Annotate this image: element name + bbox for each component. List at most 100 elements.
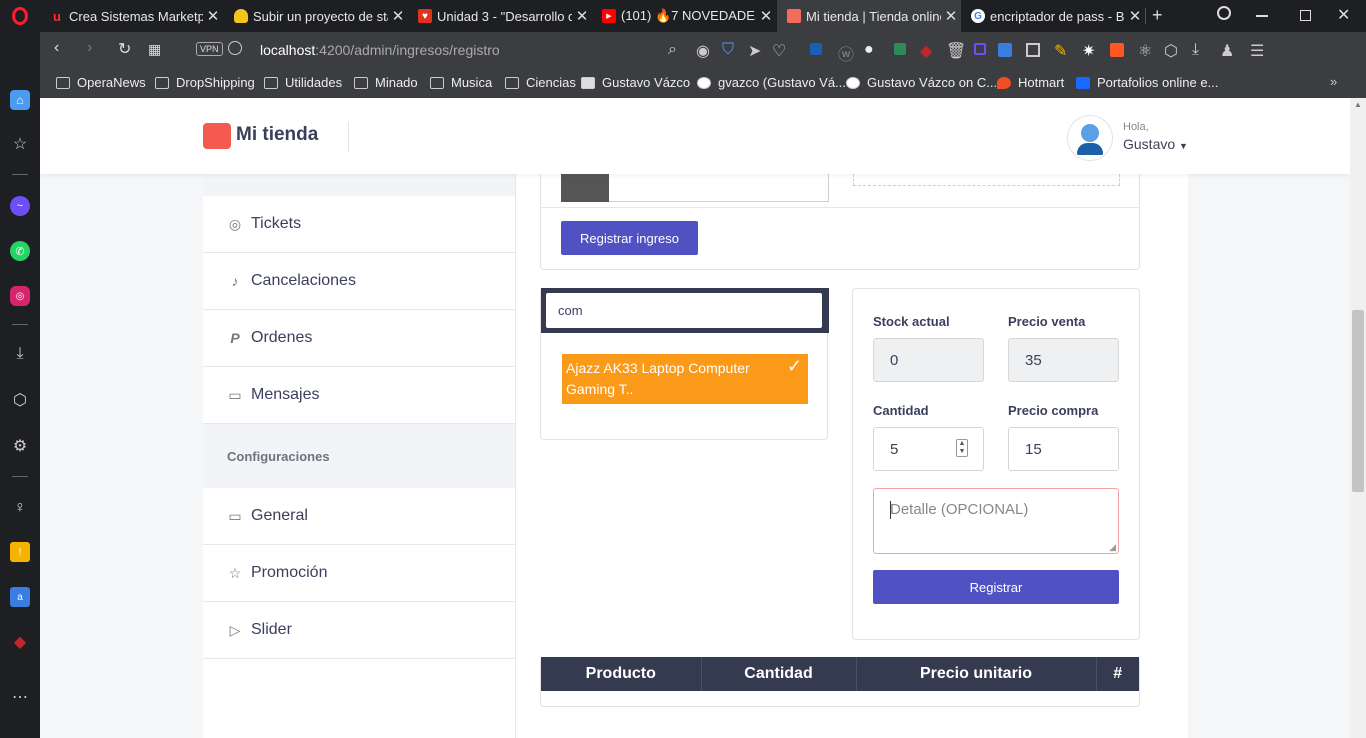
quantity-stepper[interactable]: 5 ▲ ▼ (873, 427, 984, 471)
ublock-ext-icon[interactable]: ◆ (920, 41, 932, 61)
reload-icon[interactable]: ↻ (118, 39, 131, 59)
back-icon[interactable]: ‹ (54, 39, 59, 57)
sidebar-item-mensajes[interactable]: ▭ Mensajes (203, 367, 515, 424)
register-entry-button[interactable]: Registrar ingreso (561, 221, 698, 255)
ext-blue-icon[interactable] (810, 43, 822, 55)
tab-crea-sistemas[interactable]: u Crea Sistemas Marketpla ✕ (40, 0, 223, 32)
restore-icon[interactable] (1300, 10, 1311, 21)
react-icon[interactable]: ⚛ (1138, 41, 1152, 61)
send-icon[interactable]: ➤ (748, 41, 761, 61)
tab-unidad-3[interactable]: ♥ Unidad 3 - "Desarrollo de ✕ (408, 0, 592, 32)
tab-mi-tienda[interactable]: Mi tienda | Tienda online ✕ (777, 0, 961, 32)
downloads-icon[interactable]: ⤓ (10, 344, 30, 364)
entries-table-card: Producto Cantidad Precio unitario # (540, 657, 1140, 707)
brand-name[interactable]: Mi tienda (236, 124, 318, 146)
sidebar-item-general[interactable]: ▭ General (203, 488, 515, 545)
bookmark-folder[interactable]: Minado (354, 75, 418, 90)
bookmark-folder[interactable]: Ciencias (505, 75, 576, 90)
ext-green-icon[interactable] (894, 43, 906, 55)
close-tab-icon[interactable]: ✕ (572, 7, 592, 25)
bookmark-link[interactable]: Portafolios online e... (1076, 75, 1218, 90)
user-menu-toggle[interactable]: Gustavo ▼ (1123, 136, 1188, 152)
sidebar-item-slider[interactable]: ▷ Slider (203, 602, 515, 659)
sidebar-item-promocion[interactable]: ☆ Promoción (203, 545, 515, 602)
stepper-arrows-icon[interactable]: ▲ ▼ (956, 439, 968, 457)
calendar-icon[interactable] (1026, 43, 1040, 57)
close-tab-icon[interactable]: ✕ (203, 7, 223, 25)
more-icon[interactable]: ⋯ (10, 687, 30, 707)
instagram-icon[interactable]: ◎ (10, 286, 30, 306)
close-window-icon[interactable]: ✕ (1337, 5, 1350, 25)
ext-orange-icon[interactable] (1110, 43, 1124, 57)
opera-logo-icon[interactable] (12, 7, 28, 25)
more-bookmarks-icon[interactable]: » (1330, 74, 1337, 89)
tab-subir-proyecto[interactable]: Subir un proyecto de sta ✕ (224, 0, 408, 32)
sidebar-item-cancelaciones[interactable]: ♪ Cancelaciones (203, 253, 515, 310)
profile-icon[interactable]: ♟ (1220, 41, 1234, 61)
play-icon: ▷ (229, 621, 241, 638)
bookmark-folder[interactable]: DropShipping (155, 75, 255, 90)
extensions-cube-icon[interactable]: ⬡ (10, 390, 30, 410)
whatsapp-icon[interactable]: ✆ (10, 241, 30, 261)
stock-field[interactable]: 0 (873, 338, 984, 382)
adblock-shield-icon[interactable]: ⛉ (722, 41, 734, 59)
heart-icon[interactable]: ♡ (772, 41, 786, 61)
scrollbar-thumb[interactable] (1352, 310, 1364, 492)
new-tab-icon[interactable]: + (1152, 5, 1163, 26)
minimize-icon[interactable] (1256, 15, 1268, 17)
trash-icon[interactable]: 🗑 (946, 41, 966, 61)
search-result-item[interactable]: Ajazz AK33 Laptop Computer Gaming T.. ✓ (562, 354, 808, 404)
chat-bubble-icon[interactable]: ● (864, 41, 874, 59)
download-icon[interactable]: ⤓ (1192, 41, 1199, 59)
pencil-icon[interactable]: ✎ (1054, 41, 1067, 61)
bookmark-link[interactable]: gvazco (Gustavo Vá... (697, 75, 846, 90)
sidebar-item-ordenes[interactable]: P Ordenes (203, 310, 515, 367)
lightbulb-icon[interactable]: ♀ (10, 498, 30, 518)
sidebar-item-tickets[interactable]: ◎ Tickets (203, 196, 515, 253)
close-tab-icon[interactable]: ✕ (756, 7, 776, 25)
tab-encriptador[interactable]: G encriptador de pass - Bu ✕ (961, 0, 1145, 32)
scroll-up-icon[interactable]: ▲ (1354, 100, 1362, 109)
register-button[interactable]: Registrar (873, 570, 1119, 604)
box-icon[interactable]: ⬡ (1164, 41, 1178, 61)
search-tabs-icon[interactable] (1217, 6, 1231, 20)
dropzone-partial[interactable] (853, 174, 1120, 186)
vpn-badge-icon[interactable]: VPN (196, 42, 223, 56)
bookmarks-star-icon[interactable]: ☆ (10, 134, 30, 154)
bookmark-link[interactable]: Gustavo Vázco (581, 75, 690, 90)
close-tab-icon[interactable]: ✕ (388, 7, 408, 25)
search-input[interactable] (546, 293, 822, 328)
close-tab-icon[interactable]: ✕ (941, 7, 961, 25)
forward-icon[interactable]: › (87, 39, 92, 57)
close-tab-icon[interactable]: ✕ (1125, 7, 1145, 25)
bookmark-folder[interactable]: OperaNews (56, 75, 146, 90)
tabs-grid-icon[interactable]: ▦ (148, 41, 161, 58)
settings-gear-icon[interactable]: ⚙ (10, 436, 30, 456)
wordpress-icon[interactable]: ⓦ (838, 41, 854, 65)
cart-logo-icon[interactable] (203, 123, 231, 149)
resize-handle-icon[interactable]: ◢ (1109, 542, 1116, 553)
detail-textarea[interactable]: Detalle (OPCIONAL) ◢ (873, 488, 1119, 554)
url-field[interactable]: localhost:4200/admin/ingresos/registro (260, 42, 500, 58)
avatar[interactable] (1067, 115, 1113, 161)
bookmark-folder[interactable]: Musica (430, 75, 492, 90)
sun-icon[interactable]: ✷ (1082, 41, 1095, 61)
keep-icon[interactable]: ! (10, 542, 30, 562)
speed-dial-icon[interactable]: ⌂ (10, 90, 30, 110)
bookmark-folder[interactable]: Utilidades (264, 75, 342, 90)
folder-icon (354, 76, 368, 89)
messenger-icon[interactable]: ~ (10, 196, 30, 216)
tab-youtube[interactable]: ▶ (101) 🔥7 NOVEDADES d ✕ (592, 0, 776, 32)
price-sale-field[interactable]: 35 (1008, 338, 1119, 382)
snapshot-icon[interactable]: ◉ (696, 41, 710, 61)
bookmark-link[interactable]: Hotmart (997, 75, 1064, 90)
translate-icon[interactable]: a (10, 587, 30, 607)
translate-ext-icon[interactable] (998, 43, 1012, 57)
ublock-icon[interactable]: ◆ (10, 632, 30, 652)
menu-settings-icon[interactable]: ☰ (1250, 41, 1264, 61)
site-info-icon[interactable] (228, 41, 242, 55)
price-buy-field[interactable]: 15 (1008, 427, 1119, 471)
zoom-icon[interactable]: ⌕ (668, 41, 677, 59)
bookmark-link[interactable]: Gustavo Vázco on C... (846, 75, 997, 90)
ext-purple-icon[interactable] (974, 43, 986, 55)
